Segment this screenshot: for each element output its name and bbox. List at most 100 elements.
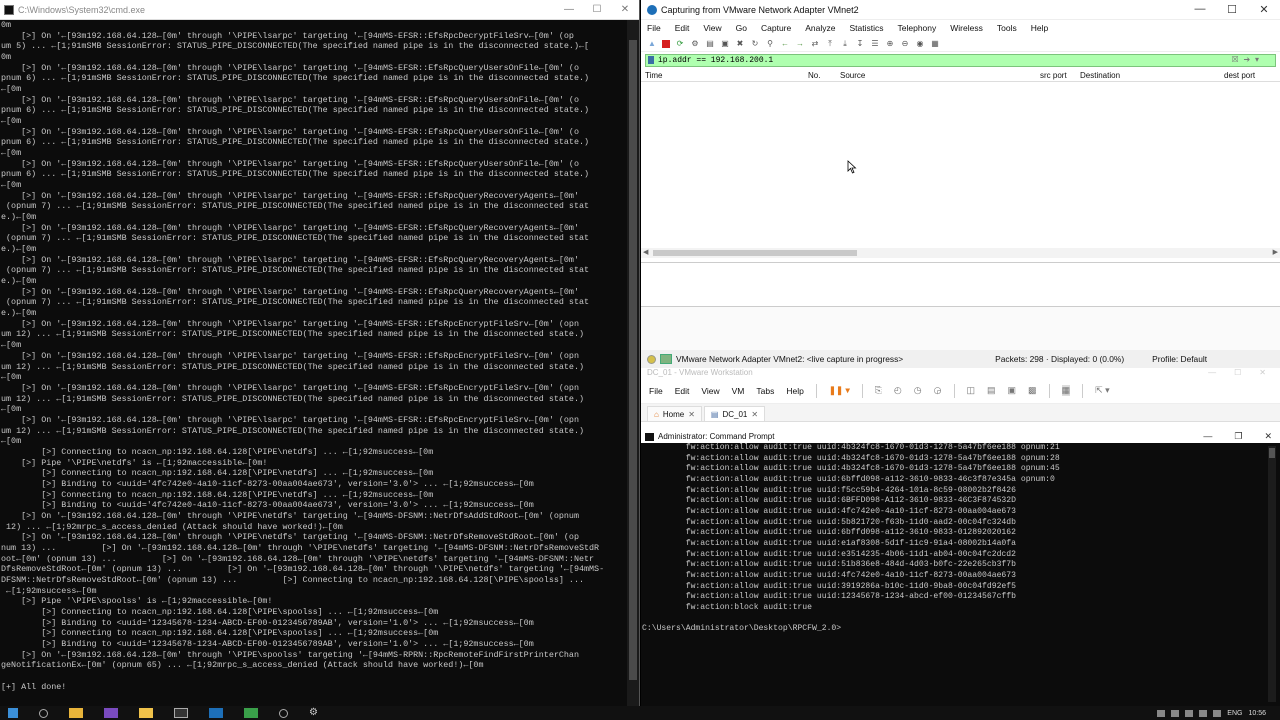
menu-statistics[interactable]: Statistics xyxy=(849,23,883,33)
scroll-thumb[interactable] xyxy=(1269,448,1275,458)
first-packet-icon[interactable]: ⤒ xyxy=(825,39,835,48)
cmd-titlebar[interactable]: C:\Windows\System32\cmd.exe — ☐ ✕ xyxy=(0,0,639,20)
close-icon[interactable]: ✕ xyxy=(1248,3,1280,16)
show-library-icon[interactable]: ◫ xyxy=(967,385,976,396)
wireshark-window[interactable]: Capturing from VMware Network Adapter VM… xyxy=(641,0,1280,368)
go-back-icon[interactable]: ← xyxy=(780,39,790,48)
last-packet-icon[interactable]: ⤓ xyxy=(840,39,850,48)
thumbnail-bar-icon[interactable]: ▤ xyxy=(987,385,996,396)
menu-file[interactable]: File xyxy=(647,23,661,33)
vm-menu-edit[interactable]: Edit xyxy=(675,386,690,396)
find-packet-icon[interactable]: ⚲ xyxy=(765,39,775,48)
folder-icon[interactable] xyxy=(139,708,153,718)
cmd-taskbar-icon[interactable] xyxy=(174,708,188,718)
settings-icon[interactable]: ⚙ xyxy=(309,708,323,718)
col-destination[interactable]: Destination xyxy=(1080,71,1120,80)
expert-info-icon[interactable] xyxy=(647,354,656,364)
minimize-icon[interactable]: — xyxy=(1203,431,1212,442)
minimize-icon[interactable]: — xyxy=(1184,3,1216,16)
minimize-icon[interactable]: — xyxy=(1208,369,1216,377)
scroll-thumb[interactable] xyxy=(653,250,857,256)
packet-list[interactable] xyxy=(641,88,1280,248)
menu-telephony[interactable]: Telephony xyxy=(898,23,937,33)
colorize-icon[interactable]: ☰ xyxy=(870,39,880,48)
vm-menu-vm[interactable]: VM xyxy=(732,386,745,396)
snapshot-icon[interactable]: ◴ xyxy=(894,385,902,396)
menu-tools[interactable]: Tools xyxy=(997,23,1017,33)
start-icon[interactable] xyxy=(8,708,18,718)
close-icon[interactable]: ✕ xyxy=(688,407,695,422)
vm-menu-view[interactable]: View xyxy=(701,386,719,396)
col-dest-port[interactable]: dest port xyxy=(1224,71,1255,80)
tray-app-icon[interactable] xyxy=(1157,709,1166,717)
close-icon[interactable]: ✕ xyxy=(1259,369,1266,377)
autoscroll-icon[interactable]: ↧ xyxy=(855,39,865,48)
packet-bytes[interactable] xyxy=(641,306,1280,350)
maximize-icon[interactable]: ☐ xyxy=(1234,369,1241,377)
go-forward-icon[interactable]: → xyxy=(795,39,805,48)
cmd-scrollbar[interactable] xyxy=(627,20,639,706)
packet-list-hscroll[interactable]: ◀ ▶ xyxy=(641,248,1280,258)
search-icon[interactable] xyxy=(39,708,48,718)
scroll-left-icon[interactable]: ◀ xyxy=(643,248,648,256)
go-to-packet-icon[interactable]: ⇄ xyxy=(810,39,820,48)
close-icon[interactable]: ✕ xyxy=(1264,431,1272,442)
tab-dc01[interactable]: ▤ DC_01 ✕ xyxy=(703,406,766,422)
tab-home[interactable]: ⌂ Home ✕ xyxy=(647,406,702,421)
tray-app-icon[interactable] xyxy=(1185,709,1194,717)
scroll-right-icon[interactable]: ▶ xyxy=(1273,248,1278,256)
scroll-thumb[interactable] xyxy=(629,40,637,680)
maximize-icon[interactable]: ❐ xyxy=(1234,431,1242,442)
maximize-icon[interactable]: ☐ xyxy=(1216,3,1248,16)
close-icon[interactable]: ✕ xyxy=(751,407,758,422)
shark-fin-start-icon[interactable]: ▲ xyxy=(647,39,657,48)
language-indicator[interactable]: ENG xyxy=(1227,710,1242,717)
zoom-out-icon[interactable]: ⊖ xyxy=(900,39,910,48)
full-screen-icon[interactable]: ▣ xyxy=(1008,385,1017,396)
col-src-port[interactable]: src port xyxy=(1040,71,1067,80)
send-ctrl-alt-del-icon[interactable]: ⎘ xyxy=(875,385,882,396)
close-icon[interactable]: ✕ xyxy=(611,4,639,15)
pause-vm-icon[interactable]: ❚❚ ▾ xyxy=(829,385,850,396)
vmware-taskbar-icon[interactable] xyxy=(244,708,258,718)
guest-cmd-console[interactable]: fw:action:allow audit:true uuid:4b324fc8… xyxy=(642,443,1266,706)
wireshark-titlebar[interactable]: Capturing from VMware Network Adapter VM… xyxy=(641,0,1280,20)
menu-wireless[interactable]: Wireless xyxy=(950,23,983,33)
vm-menu-help[interactable]: Help xyxy=(786,386,803,396)
unity-icon[interactable]: ▩ xyxy=(1028,385,1037,396)
revert-snapshot-icon[interactable]: ◷ xyxy=(914,385,922,396)
clock[interactable]: 10:56 xyxy=(1248,710,1266,717)
stretch-guest-icon[interactable]: ⇱ ▾ xyxy=(1095,385,1110,396)
close-file-icon[interactable]: ✖ xyxy=(735,39,745,48)
stop-capture-icon[interactable] xyxy=(662,39,670,48)
vmware-titlebar[interactable]: DC_01 - VMware Workstation — ☐ ✕ xyxy=(641,368,1280,378)
guest-scrollbar[interactable] xyxy=(1268,446,1276,702)
reload-icon[interactable]: ↻ xyxy=(750,39,760,48)
col-no[interactable]: No. xyxy=(808,71,820,80)
col-time[interactable]: Time xyxy=(645,71,662,80)
filter-controls[interactable]: ☒ ➔ ▾ xyxy=(1232,55,1260,66)
display-filter-input[interactable]: ip.addr == 192.168.200.1 ☒ ➔ ▾ + xyxy=(645,54,1276,67)
console-view-icon[interactable]: ▦ xyxy=(1061,385,1071,396)
minimize-icon[interactable]: — xyxy=(555,4,583,15)
packet-details[interactable] xyxy=(641,262,1280,304)
restart-capture-icon[interactable]: ⟳ xyxy=(675,39,685,48)
guest-screen[interactable]: Administrator: Command Prompt — ❐ ✕ fw:a… xyxy=(641,430,1280,706)
menu-edit[interactable]: Edit xyxy=(675,23,690,33)
vm-menu-tabs[interactable]: Tabs xyxy=(756,386,774,396)
cmd-window[interactable]: C:\Windows\System32\cmd.exe — ☐ ✕ 0m [>]… xyxy=(0,0,640,706)
maximize-icon[interactable]: ☐ xyxy=(583,4,611,15)
menu-help[interactable]: Help xyxy=(1031,23,1048,33)
file-explorer-icon[interactable] xyxy=(69,708,83,718)
network-icon[interactable] xyxy=(1199,709,1208,717)
guest-cmd-titlebar[interactable]: Administrator: Command Prompt — ❐ ✕ xyxy=(641,430,1280,443)
menu-analyze[interactable]: Analyze xyxy=(805,23,835,33)
bookmark-icon[interactable] xyxy=(648,56,654,64)
resize-columns-icon[interactable]: ▦ xyxy=(930,39,940,48)
zoom-normal-icon[interactable]: ◉ xyxy=(915,39,925,48)
network-taskbar-icon[interactable] xyxy=(279,708,288,718)
volume-icon[interactable] xyxy=(1213,709,1222,717)
col-source[interactable]: Source xyxy=(840,71,865,80)
vm-menu-file[interactable]: File xyxy=(649,386,663,396)
open-file-icon[interactable]: ▤ xyxy=(705,39,715,48)
